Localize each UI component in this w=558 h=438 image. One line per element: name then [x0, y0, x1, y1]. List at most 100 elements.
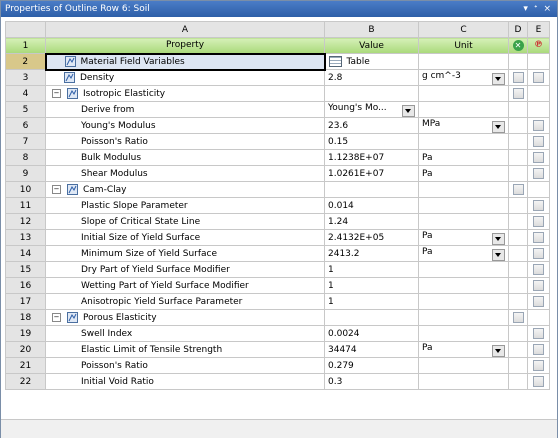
unit-cell[interactable] — [418, 293, 509, 310]
parameter-checkbox[interactable] — [533, 200, 544, 211]
value-cell[interactable]: 0.15 — [324, 133, 419, 150]
table-row[interactable]: 20 Elastic Limit of Tensile Strength 34474… — [5, 341, 550, 358]
parameter-checkbox[interactable] — [533, 328, 544, 339]
row-number[interactable]: 2 — [5, 53, 46, 70]
parameter-checkbox[interactable] — [533, 296, 544, 307]
table-row[interactable]: 17 Anisotropic Yield Surface Parameter 1 — [5, 293, 550, 310]
property-cell[interactable]: Wetting Part of Yield Surface Modifier — [45, 277, 325, 294]
parameter-checkbox[interactable] — [533, 216, 544, 227]
unit-cell[interactable] — [418, 309, 509, 326]
value-cell[interactable]: 34474 — [324, 341, 419, 358]
collapse-icon[interactable]: − — [52, 89, 61, 98]
parameter-checkbox[interactable] — [533, 136, 544, 147]
row-number[interactable]: 22 — [5, 373, 46, 390]
column-c-header[interactable]: C — [418, 21, 509, 38]
row-number[interactable]: 20 — [5, 341, 46, 358]
property-cell[interactable]: Young's Modulus — [45, 117, 325, 134]
unit-cell[interactable] — [418, 133, 509, 150]
parameter-checkbox[interactable] — [533, 152, 544, 163]
property-cell[interactable]: Material Field Variables — [44, 52, 326, 71]
value-cell[interactable]: Table — [324, 53, 419, 70]
unit-cell[interactable]: Pa — [418, 165, 509, 182]
value-cell[interactable]: 1.24 — [324, 213, 419, 230]
value-cell[interactable]: 1.0261E+07 — [324, 165, 419, 182]
property-cell[interactable]: Swell Index — [45, 325, 325, 342]
table-row[interactable]: 14 Minimum Size of Yield Surface 2413.2 Pa — [5, 245, 550, 262]
unit-cell[interactable]: g cm^-3 — [418, 69, 509, 86]
table-row[interactable]: 12 Slope of Critical State Line 1.24 — [5, 213, 550, 230]
parameter-checkbox[interactable] — [533, 360, 544, 371]
row-number[interactable]: 16 — [5, 277, 46, 294]
value-cell[interactable]: 1 — [324, 293, 419, 310]
parameter-checkbox[interactable] — [533, 168, 544, 179]
row-number[interactable]: 8 — [5, 149, 46, 166]
table-row[interactable]: 18− Porous Elasticity — [5, 309, 550, 326]
row-number[interactable]: 17 — [5, 293, 46, 310]
parameter-checkbox[interactable] — [533, 72, 544, 83]
row-number[interactable]: 19 — [5, 325, 46, 342]
unit-cell[interactable] — [418, 373, 509, 390]
property-cell[interactable]: − Isotropic Elasticity — [45, 85, 325, 102]
dropdown-pin-icon[interactable]: ▾ — [523, 4, 528, 14]
row-number[interactable]: 13 — [5, 229, 46, 246]
parameter-checkbox[interactable] — [533, 344, 544, 355]
property-cell[interactable]: Slope of Critical State Line — [45, 213, 325, 230]
table-row[interactable]: 7 Poisson's Ratio 0.15 — [5, 133, 550, 150]
value-cell[interactable]: 2.4132E+05 — [324, 229, 419, 246]
row-number[interactable]: 15 — [5, 261, 46, 278]
parameter-checkbox[interactable] — [533, 280, 544, 291]
row-number[interactable]: 3 — [5, 69, 46, 86]
table-row[interactable]: 3 Density 2.8 g cm^-3 — [5, 69, 550, 86]
table-row[interactable]: 9 Shear Modulus 1.0261E+07 Pa — [5, 165, 550, 182]
table-row[interactable]: 10− Cam-Clay — [5, 181, 550, 198]
unit-cell[interactable]: Pa — [418, 245, 509, 262]
unit-cell[interactable] — [418, 277, 509, 294]
row-number[interactable]: 5 — [5, 101, 46, 118]
column-d-header[interactable]: D — [508, 21, 528, 38]
value-cell[interactable]: 1 — [324, 261, 419, 278]
close-icon[interactable]: × — [543, 4, 551, 14]
chevron-down-icon[interactable] — [492, 72, 505, 85]
value-cell[interactable]: 0.0024 — [324, 325, 419, 342]
unit-cell[interactable]: Pa — [418, 149, 509, 166]
value-cell[interactable]: 1 — [324, 277, 419, 294]
property-cell[interactable]: Poisson's Ratio — [45, 133, 325, 150]
column-b-header[interactable]: B — [324, 21, 419, 38]
suppress-checkbox[interactable] — [512, 312, 524, 323]
row-number[interactable]: 9 — [5, 165, 46, 182]
suppress-checkbox[interactable] — [512, 72, 524, 83]
property-cell[interactable]: Initial Void Ratio — [45, 373, 325, 390]
value-cell[interactable]: 2413.2 — [324, 245, 419, 262]
chevron-down-icon[interactable] — [492, 120, 505, 133]
property-cell[interactable]: Elastic Limit of Tensile Strength — [45, 341, 325, 358]
unit-cell[interactable] — [418, 261, 509, 278]
row-number[interactable]: 7 — [5, 133, 46, 150]
chevron-down-icon[interactable] — [492, 232, 505, 245]
table-row[interactable]: 2 Material Field Variables Table — [5, 52, 550, 71]
row-number[interactable]: 6 — [5, 117, 46, 134]
table-row[interactable]: 16 Wetting Part of Yield Surface Modifier… — [5, 277, 550, 294]
property-cell[interactable]: − Cam-Clay — [45, 181, 325, 198]
parameter-header[interactable]: ℗ — [527, 37, 550, 54]
property-cell[interactable]: Minimum Size of Yield Surface — [45, 245, 325, 262]
suppress-checkbox[interactable] — [512, 88, 524, 99]
chevron-down-icon[interactable] — [492, 248, 505, 261]
table-row[interactable]: 13 Initial Size of Yield Surface 2.4132E+0… — [5, 229, 550, 246]
chevron-down-icon[interactable] — [402, 104, 415, 117]
value-cell[interactable]: Young's Mo... — [324, 101, 419, 118]
parameter-checkbox[interactable] — [533, 264, 544, 275]
parameter-checkbox[interactable] — [533, 248, 544, 259]
value-cell[interactable]: 2.8 — [324, 69, 419, 86]
value-cell[interactable]: 0.3 — [324, 373, 419, 390]
unit-cell[interactable]: Pa — [418, 229, 509, 246]
unit-cell[interactable] — [418, 85, 509, 102]
table-row[interactable]: 15 Dry Part of Yield Surface Modifier 1 — [5, 261, 550, 278]
row-number[interactable]: 11 — [5, 197, 46, 214]
property-cell[interactable]: Initial Size of Yield Surface — [45, 229, 325, 246]
table-row[interactable]: 6 Young's Modulus 23.6 MPa — [5, 117, 550, 134]
row-number[interactable]: 4 — [5, 85, 46, 102]
table-row[interactable]: 19 Swell Index 0.0024 — [5, 325, 550, 342]
value-cell[interactable] — [324, 85, 419, 102]
row-number[interactable]: 18 — [5, 309, 46, 326]
unit-cell[interactable] — [418, 213, 509, 230]
